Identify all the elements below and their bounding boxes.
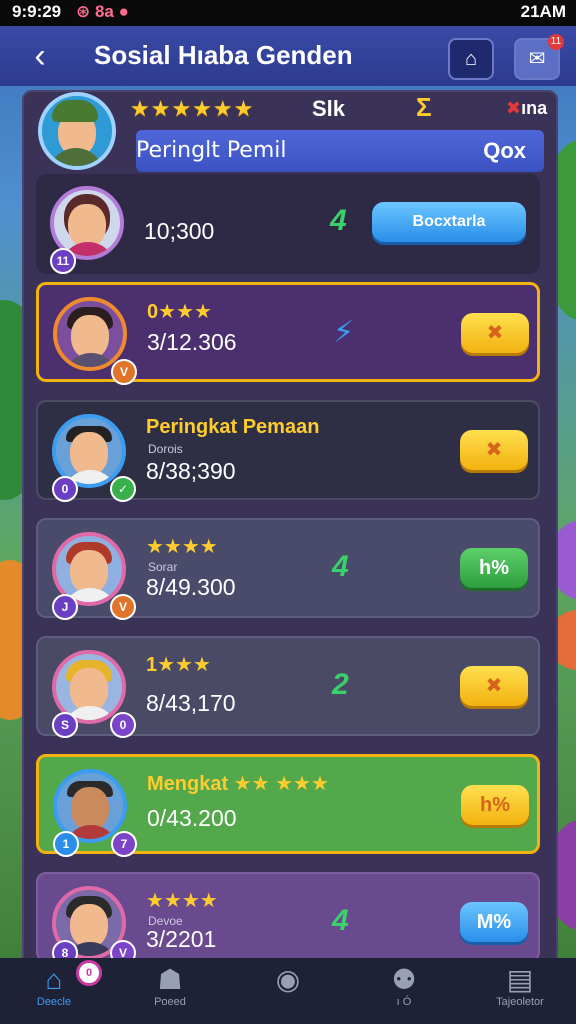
row-score: 0/43.200 (147, 805, 237, 831)
row-score: 3/2201 (146, 926, 217, 952)
row-subtitle: Sorar (148, 560, 178, 574)
row-score: 3/12.306 (147, 329, 237, 355)
row-title: 1★★★ (146, 654, 211, 676)
profile-icon: ☗ (157, 964, 183, 995)
player-stat-3-text: ına (521, 98, 548, 118)
level-badge: J (52, 594, 78, 620)
nav-play[interactable]: ◉ (238, 964, 338, 1022)
row-score: 8/43,170 (146, 690, 236, 716)
nav-badge: 0 (76, 960, 102, 986)
close-mark-icon: ✖ (506, 98, 522, 118)
nav-friends[interactable]: ⚉ ı Ó (354, 964, 454, 1022)
level-badge: 0 (110, 712, 136, 738)
row-score: 8/38;390 (146, 458, 236, 484)
row-action-button[interactable]: M% (460, 902, 528, 942)
status-bar: 9:9:29 ⊛ 8a ● 21AM (0, 0, 576, 26)
level-badge: S (52, 712, 78, 738)
leaderboard-row[interactable]: 11 10;300 4 Bocxtarla (36, 174, 540, 274)
leaderboard-row[interactable]: V 0★★★ 3/12.306 ⚡ ✖ (36, 282, 540, 385)
row-score: 10;300 (144, 218, 215, 244)
nav-settings[interactable]: ▤ Tajeoletor (470, 964, 570, 1022)
level-badge: 11 (50, 248, 76, 274)
row-action-button[interactable]: h% (460, 548, 528, 588)
ranking-subbar[interactable]: Peringlt Pemil Qox (136, 130, 544, 172)
settings-icon: ▤ (506, 964, 534, 995)
friends-icon: ⚉ (391, 964, 417, 995)
leaderboard-row[interactable]: J V ★★★★ Sorar 8/49.300 4 h% (36, 518, 540, 620)
row-title: ★★★★ (146, 890, 218, 912)
camera-button[interactable]: ⌂ (448, 38, 494, 80)
bottom-navigation: ⌂ Deecle ☗ Poeed ◉ ⚉ ı Ó ▤ Tajeoletor 0 (0, 958, 576, 1024)
row-title: Peringkat Pemaan (146, 416, 320, 438)
player-stars: ★★★★★★ (130, 96, 255, 121)
message-icon: ✉ (528, 48, 546, 70)
level-badge: 7 (111, 831, 137, 857)
player-profile: ★★★★★★ Slk Σ ✖ına Peringlt Pemil Qox (36, 90, 547, 176)
level-badge: 0 (52, 476, 78, 502)
subbar-right-label: Qox (483, 138, 526, 163)
rank-number: 4 (332, 904, 349, 937)
row-subtitle: Dorois (148, 442, 183, 456)
notification-badge: 11 (548, 34, 564, 50)
rank-number: 4 (332, 550, 349, 583)
player-stat-1: Slk (312, 96, 346, 121)
status-right-text: 21AM (520, 2, 566, 21)
rank-number: 2 (332, 668, 349, 701)
leaderboard-row[interactable]: 8 V ★★★★ Devoe 3/2201 4 M% (36, 872, 540, 966)
level-badge: 1 (53, 831, 79, 857)
row-title: 0★★★ (147, 301, 212, 323)
rank-icon: ⚡ (333, 316, 355, 349)
nav-label: Poeed (154, 996, 186, 1008)
row-action-button[interactable]: ✖ (460, 430, 528, 470)
back-arrow-icon[interactable]: ‹ (22, 36, 58, 76)
row-action-button[interactable]: h% (461, 785, 529, 825)
nav-label: ı Ó (396, 996, 412, 1008)
play-icon: ◉ (275, 964, 301, 995)
camera-icon: ⌂ (464, 48, 478, 70)
level-badge: V (110, 594, 136, 620)
row-score: 8/49.300 (146, 574, 236, 600)
nav-label: Tajeoletor (496, 996, 544, 1008)
row-action-button[interactable]: ✖ (460, 666, 528, 706)
nav-label: Deecle (36, 996, 72, 1008)
leaderboard-row[interactable]: S 0 1★★★ 8/43,170 2 ✖ (36, 636, 540, 738)
message-button[interactable]: ✉ 11 (514, 34, 564, 80)
player-avatar[interactable] (38, 92, 116, 170)
player-stat-3: ✖ına (506, 98, 547, 119)
level-badge: V (111, 359, 137, 385)
page-title: Sosial Hıaba Genden (94, 40, 353, 70)
level-badge: ✓ (110, 476, 136, 502)
status-time: 9:9:29 (12, 2, 62, 21)
rank-number: 4 (330, 204, 347, 237)
row-title: ★★★★ (146, 536, 218, 558)
app-header: ‹ Sosial Hıaba Genden ⌂ ✉ 11 (0, 26, 576, 86)
status-notification-icons: ⊛ 8a ● (76, 2, 129, 21)
row-action-button[interactable]: ✖ (461, 313, 529, 353)
subbar-label: Peringlt Pemil (136, 138, 287, 163)
player-avatar (53, 297, 127, 371)
player-stat-2: Σ (416, 92, 432, 122)
leaderboard-row[interactable]: 0 ✓ Peringkat Pemaan Dorois 8/38;390 ✖ (36, 400, 540, 502)
row-title: Mengkat ★★ ★★★ (147, 773, 329, 795)
leaderboard-row[interactable]: 1 7 Mengkat ★★ ★★★ 0/43.200 h% (36, 754, 540, 857)
nav-profile[interactable]: ☗ Poeed (120, 964, 220, 1022)
row-action-button[interactable]: Bocxtarla (372, 202, 526, 242)
